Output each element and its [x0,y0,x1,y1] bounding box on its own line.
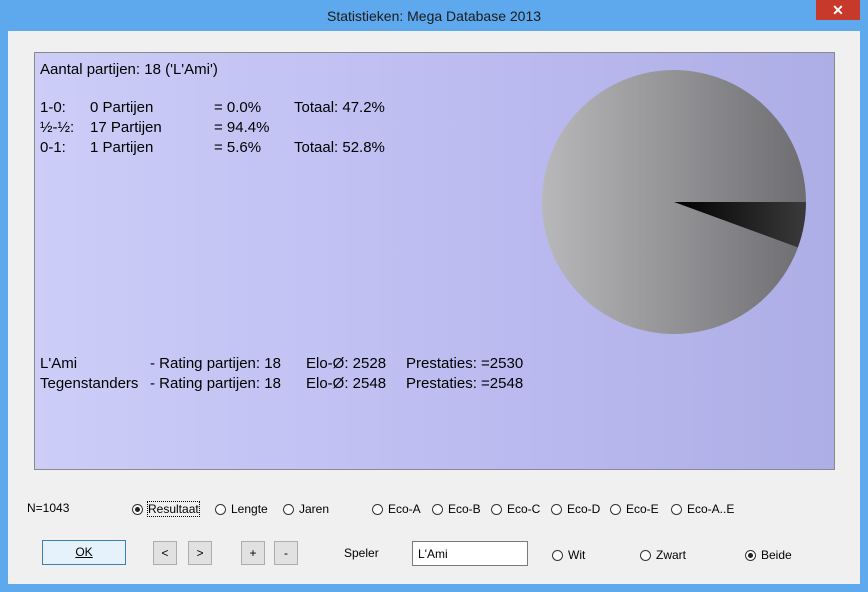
radio-eco-c[interactable]: Eco-C [491,502,540,516]
radio-lengte[interactable]: Lengte [215,502,268,516]
result-label: 1-0: [40,99,66,116]
result-games: 17 Partijen [90,119,162,136]
player-label: Speler [344,546,379,560]
result-total: Totaal: 47.2% [294,99,385,116]
radio-indicator [745,549,756,561]
results-pie-chart [542,70,806,334]
rating-games: - Rating partijen: 18 [150,355,281,372]
radio-eco-e[interactable]: Eco-E [610,502,659,516]
result-games: 1 Partijen [90,139,154,156]
radio-label: Eco-A..E [687,502,735,516]
player-name: L'Ami [40,355,78,372]
result-total: Totaal: 52.8% [294,139,385,156]
count-label: N=1043 [27,501,70,515]
elo-average: Elo-Ø: 2528 [306,355,387,372]
radio-indicator [432,503,443,515]
radio-eco-a-e[interactable]: Eco-A..E [671,502,734,516]
radio-label: Eco-A [388,502,421,516]
radio-label: Eco-C [507,502,541,516]
radio-indicator [283,503,294,515]
games-count-header: Aantal partijen: 18 ('L'Ami') [40,61,218,78]
radio-jaren[interactable]: Jaren [283,502,329,516]
player-input[interactable] [412,541,528,566]
ok-button-label: OK [75,545,93,559]
radio-eco-d[interactable]: Eco-D [551,502,600,516]
ok-button[interactable]: OK [42,540,126,565]
radio-label: Wit [568,548,586,562]
radio-resultaat[interactable]: Resultaat [132,501,200,517]
radio-eco-a[interactable]: Eco-A [372,502,421,516]
result-percent: = 5.6% [214,139,262,156]
radio-label: Lengte [231,502,268,516]
result-label: ½-½: [40,119,75,136]
radio-label: Eco-E [626,502,659,516]
result-percent: = 94.4% [214,119,270,136]
performance: Prestaties: =2530 [406,355,524,372]
opponents-name: Tegenstanders [40,375,139,392]
result-percent: = 0.0% [214,99,262,116]
statistics-window: Statistieken: Mega Database 2013 ✕ Aanta… [0,0,868,592]
radio-indicator [552,549,563,561]
radio-indicator [491,503,502,515]
performance: Prestaties: =2548 [406,375,524,392]
radio-indicator [215,503,226,515]
radio-label: Zwart [656,548,686,562]
radio-label: Beide [761,548,792,562]
statistics-panel: Aantal partijen: 18 ('L'Ami') 1-0: 0 Par… [34,52,835,470]
radio-indicator [372,503,383,515]
radio-indicator [640,549,651,561]
radio-wit[interactable]: Wit [552,548,585,562]
radio-zwart[interactable]: Zwart [640,548,686,562]
radio-indicator [551,503,562,515]
rating-games: - Rating partijen: 18 [150,375,281,392]
previous-button[interactable]: < [153,541,177,565]
title-bar[interactable]: Statistieken: Mega Database 2013 ✕ [0,0,868,31]
radio-label: Eco-D [567,502,601,516]
radio-indicator [132,503,143,515]
elo-average: Elo-Ø: 2548 [306,375,387,392]
plus-button[interactable]: + [241,541,265,565]
close-icon: ✕ [832,2,844,18]
radio-indicator [610,503,621,515]
window-title: Statistieken: Mega Database 2013 [326,8,542,24]
radio-label: Resultaat [147,501,200,517]
next-button[interactable]: > [188,541,212,565]
minus-button[interactable]: - [274,541,298,565]
radio-eco-b[interactable]: Eco-B [432,502,481,516]
result-label: 0-1: [40,139,66,156]
radio-beide[interactable]: Beide [745,548,792,562]
radio-label: Jaren [299,502,330,516]
radio-indicator [671,503,682,515]
dialog-client-area: Aantal partijen: 18 ('L'Ami') 1-0: 0 Par… [8,31,860,584]
result-games: 0 Partijen [90,99,154,116]
close-button[interactable]: ✕ [816,0,860,20]
radio-label: Eco-B [448,502,481,516]
